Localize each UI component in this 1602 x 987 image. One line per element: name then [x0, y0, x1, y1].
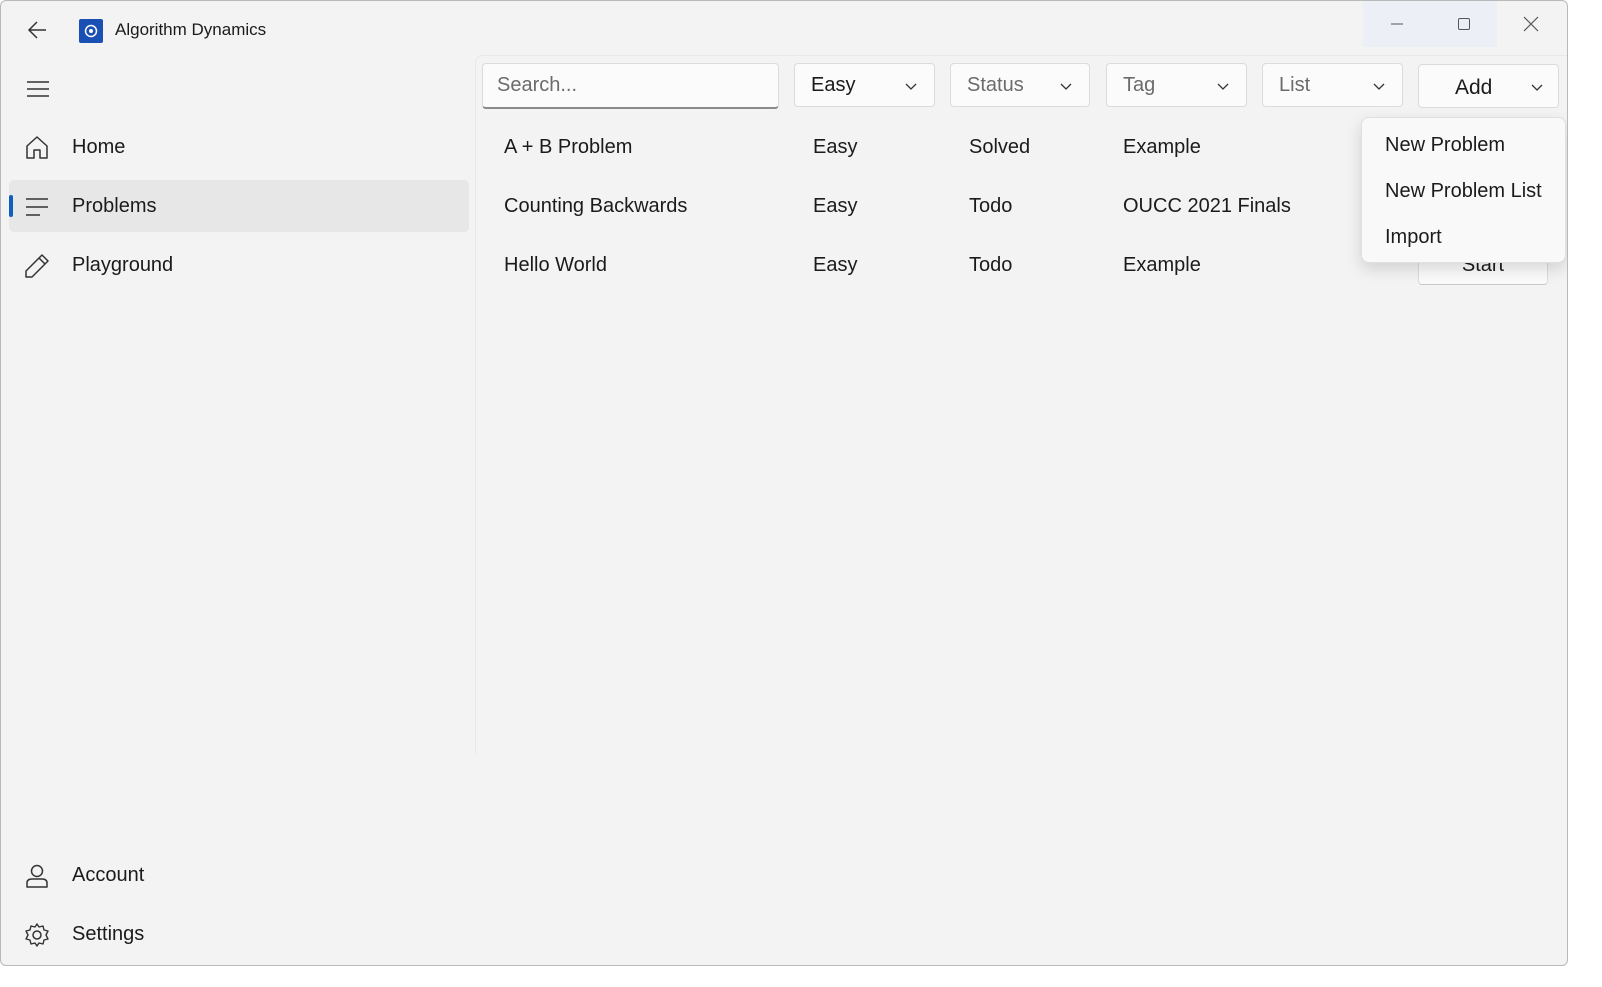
nav-label-problems: Problems	[72, 194, 157, 217]
hamburger-button[interactable]	[19, 71, 57, 107]
menu-item-new-problem[interactable]: New Problem	[1366, 124, 1563, 166]
problem-tag: Example	[1123, 254, 1201, 276]
nav-item-account[interactable]: Account	[9, 849, 469, 901]
problem-status: Todo	[969, 254, 1013, 276]
tag-placeholder: Tag	[1123, 73, 1156, 96]
problem-difficulty: Easy	[813, 254, 858, 276]
selection-indicator	[9, 195, 13, 217]
problem-status: Todo	[969, 195, 1013, 217]
chevron-down-icon	[905, 83, 917, 90]
add-button-label: Add	[1455, 76, 1493, 99]
chevron-down-icon	[1373, 83, 1385, 90]
nav-label-playground: Playground	[72, 253, 174, 276]
app-logo-icon	[79, 19, 103, 43]
status-combobox[interactable]: Status	[950, 63, 1090, 107]
problem-tag: Example	[1123, 136, 1201, 158]
list-icon	[23, 193, 51, 221]
minimize-icon	[1390, 23, 1403, 25]
chevron-down-icon	[1531, 84, 1543, 91]
problem-difficulty: Easy	[813, 136, 858, 158]
chevron-down-icon	[1060, 83, 1072, 90]
search-input[interactable]	[482, 63, 779, 109]
chevron-down-icon	[1217, 83, 1229, 90]
nav-item-home[interactable]: Home	[9, 121, 469, 173]
list-placeholder: List	[1279, 73, 1311, 96]
tag-combobox[interactable]: Tag	[1106, 63, 1247, 107]
nav-label-account: Account	[72, 863, 145, 886]
desktop-background	[1568, 0, 1602, 987]
maximize-button[interactable]	[1430, 1, 1497, 47]
app-title: Algorithm Dynamics	[115, 20, 267, 39]
back-arrow-icon	[27, 21, 46, 39]
problem-title: Counting Backwards	[504, 195, 688, 217]
minimize-button[interactable]	[1363, 1, 1430, 47]
problem-title: Hello World	[504, 254, 607, 276]
problem-status: Solved	[969, 136, 1031, 158]
home-icon	[23, 134, 51, 162]
problem-difficulty: Easy	[813, 195, 858, 217]
nav-label-settings: Settings	[72, 922, 145, 945]
close-button[interactable]	[1497, 1, 1564, 47]
close-icon	[1523, 16, 1538, 32]
person-icon	[23, 862, 51, 890]
menu-item-new-problem-list[interactable]: New Problem List	[1366, 170, 1563, 212]
back-button[interactable]	[19, 15, 55, 45]
add-dropdown-menu: New Problem New Problem List Import	[1361, 117, 1566, 263]
status-placeholder: Status	[967, 73, 1024, 96]
nav-item-problems[interactable]: Problems	[9, 180, 469, 232]
gear-icon	[23, 921, 51, 949]
navigation-pane: Home Problems Playground Account Setting…	[1, 57, 475, 965]
nav-item-playground[interactable]: Playground	[9, 239, 469, 291]
pencil-icon	[23, 252, 51, 280]
menu-item-import[interactable]: Import	[1366, 216, 1563, 258]
add-split-button[interactable]: Add	[1418, 64, 1559, 108]
problem-title: A + B Problem	[504, 136, 633, 158]
problem-tag: OUCC 2021 Finals	[1123, 195, 1291, 217]
hamburger-icon	[27, 81, 49, 97]
app-window: Algorithm Dynamics Home Problems Playgro…	[0, 0, 1568, 966]
title-bar: Algorithm Dynamics	[1, 1, 1567, 57]
list-combobox[interactable]: List	[1262, 63, 1403, 107]
nav-label-home: Home	[72, 135, 126, 158]
maximize-icon	[1457, 18, 1470, 30]
difficulty-value: Easy	[811, 73, 856, 96]
difficulty-combobox[interactable]: Easy	[794, 63, 935, 107]
nav-item-settings[interactable]: Settings	[9, 908, 469, 960]
